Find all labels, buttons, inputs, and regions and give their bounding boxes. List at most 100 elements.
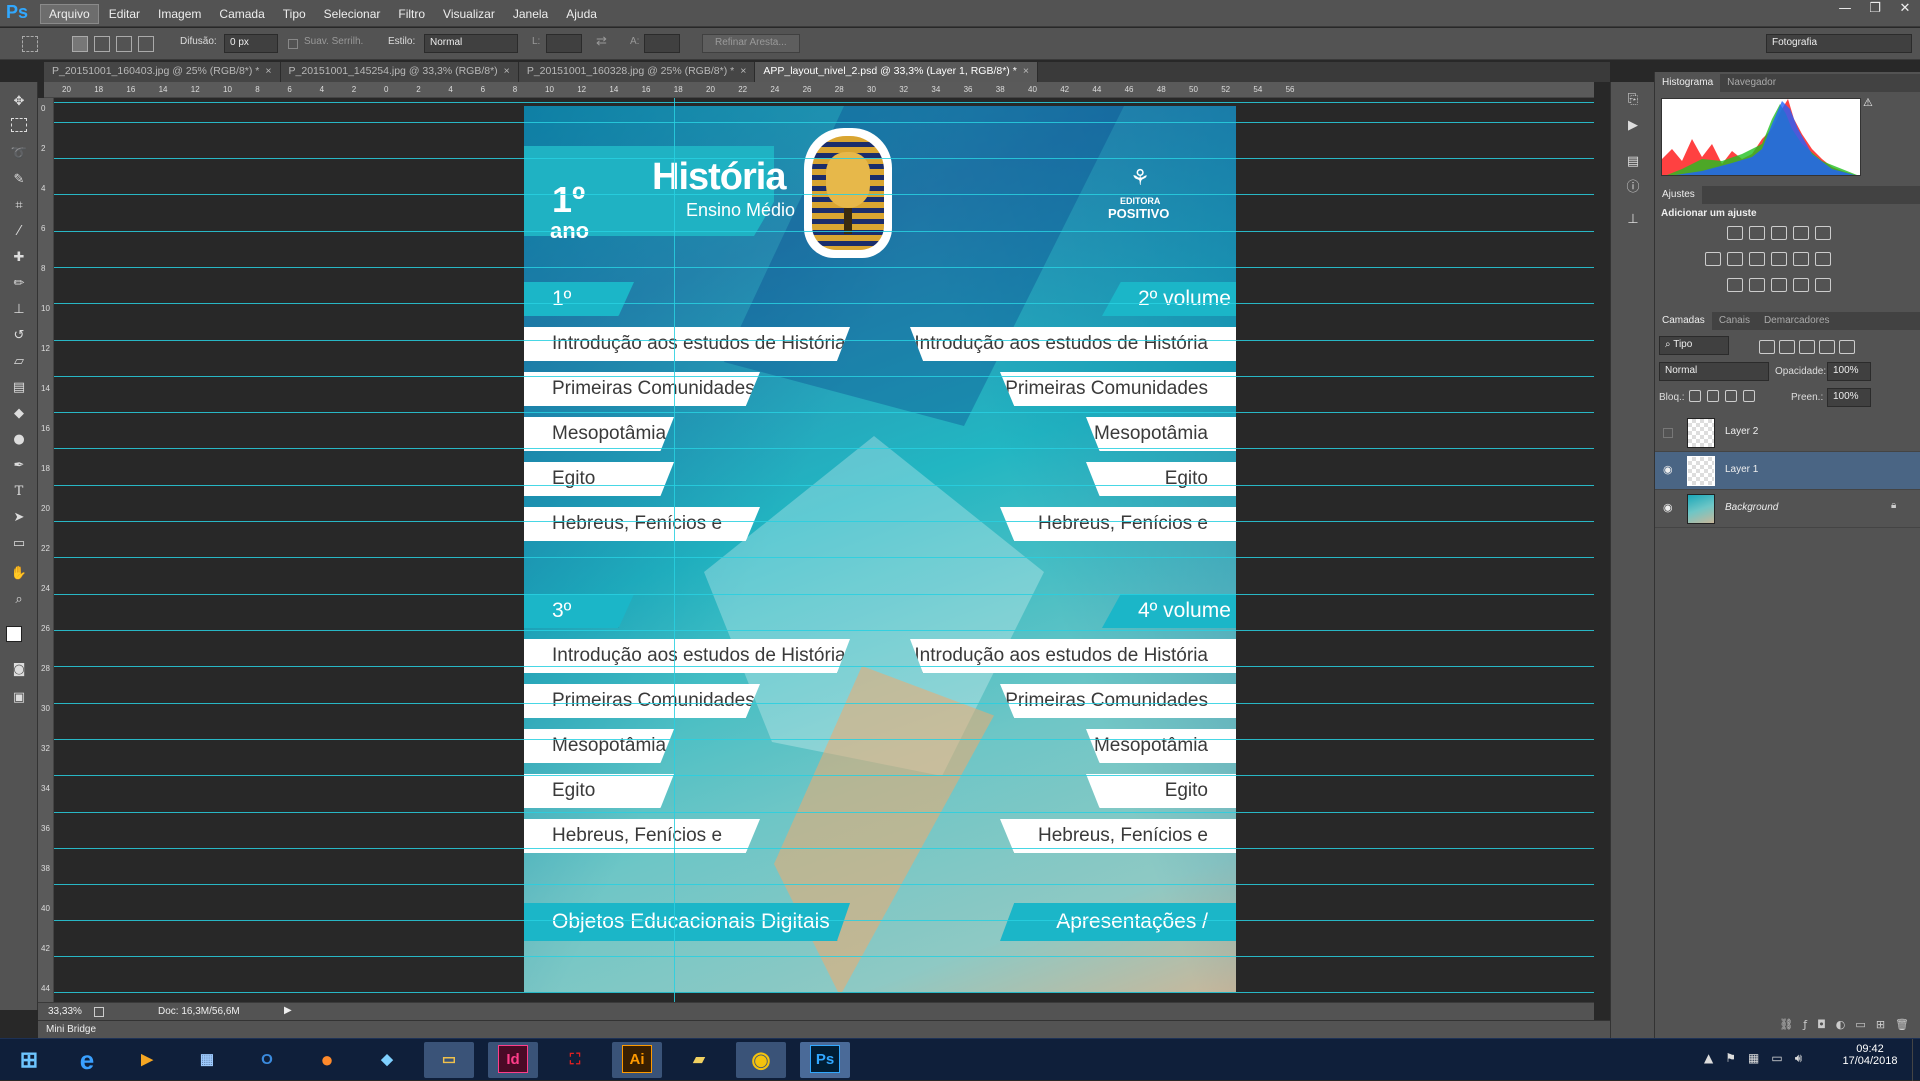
- history-brush-tool-icon[interactable]: ↺: [9, 326, 29, 346]
- guide-horizontal[interactable]: [54, 775, 1594, 776]
- menu-camada[interactable]: Camada: [211, 5, 272, 23]
- height-input[interactable]: [644, 34, 680, 53]
- guide-horizontal[interactable]: [54, 992, 1594, 993]
- marquee-tool-icon[interactable]: [11, 118, 27, 132]
- fill-input[interactable]: 100%: [1827, 388, 1871, 407]
- clone-source-icon[interactable]: ⊥: [1623, 210, 1643, 230]
- calculator-icon[interactable]: ▦: [182, 1042, 232, 1078]
- guide-horizontal[interactable]: [54, 812, 1594, 813]
- tab-channels[interactable]: Canais: [1712, 312, 1757, 330]
- menu-imagem[interactable]: Imagem: [150, 5, 209, 23]
- tab-doc-3[interactable]: P_20151001_160328.jpg @ 25% (RGB/8*) * ×: [518, 62, 756, 82]
- quick-select-tool-icon[interactable]: ✎: [9, 170, 29, 190]
- crop-tool-icon[interactable]: ⌗: [9, 196, 29, 216]
- menu-ajuda[interactable]: Ajuda: [558, 5, 605, 23]
- tab-histogram[interactable]: Histograma: [1655, 74, 1721, 92]
- flag-icon[interactable]: ⚑: [1725, 1051, 1736, 1066]
- lock-transparency-icon[interactable]: [1689, 390, 1701, 402]
- guide-horizontal[interactable]: [54, 557, 1594, 558]
- gradient-map-icon[interactable]: [1815, 278, 1831, 292]
- guide-horizontal[interactable]: [54, 739, 1594, 740]
- photo-filter-icon[interactable]: [1771, 252, 1787, 266]
- file-explorer-icon[interactable]: ▭: [424, 1042, 474, 1078]
- eye-icon[interactable]: ◉: [1663, 463, 1673, 476]
- link-layers-icon[interactable]: ⛓: [1779, 1018, 1793, 1038]
- brightness-icon[interactable]: [1727, 226, 1743, 240]
- photoshop-taskbar-icon[interactable]: Ps: [800, 1042, 850, 1078]
- exposure-icon[interactable]: [1793, 226, 1809, 240]
- guide-vertical[interactable]: [674, 98, 675, 1002]
- tab-doc-1[interactable]: P_20151001_160403.jpg @ 25% (RGB/8*) * ×: [44, 62, 281, 82]
- close-icon[interactable]: ×: [740, 65, 746, 77]
- layer-row-layer-1[interactable]: ◉ Layer 1: [1655, 452, 1920, 490]
- clock[interactable]: 09:42 17/04/2018: [1840, 1043, 1900, 1067]
- foreground-color-swatch[interactable]: [6, 626, 22, 642]
- trash-icon[interactable]: 🗑︎: [1895, 1018, 1909, 1038]
- guide-horizontal[interactable]: [54, 956, 1594, 957]
- guide-horizontal[interactable]: [54, 340, 1594, 341]
- channel-mixer-icon[interactable]: [1793, 252, 1809, 266]
- opacity-input[interactable]: 100%: [1827, 362, 1871, 381]
- style-select[interactable]: Normal: [424, 34, 518, 53]
- selective-color-icon[interactable]: [1793, 278, 1809, 292]
- color-lookup-icon[interactable]: [1815, 252, 1831, 266]
- visibility-toggle-off[interactable]: [1663, 428, 1673, 438]
- antialias-checkbox[interactable]: [288, 39, 298, 49]
- guide-horizontal[interactable]: [54, 303, 1594, 304]
- guide-horizontal[interactable]: [54, 666, 1594, 667]
- tab-doc-2[interactable]: P_20151001_145254.jpg @ 33,3% (RGB/8*) ×: [280, 62, 519, 82]
- type-tool-icon[interactable]: T: [9, 482, 29, 502]
- zoom-tool-icon[interactable]: ⌕: [9, 590, 29, 610]
- threshold-icon[interactable]: [1771, 278, 1787, 292]
- stamp-tool-icon[interactable]: ⊥: [9, 300, 29, 320]
- internet-explorer-icon[interactable]: e: [62, 1042, 112, 1078]
- screen-mode-icon[interactable]: ▣: [9, 688, 29, 708]
- lock-all-icon[interactable]: [1743, 390, 1755, 402]
- canvas-area[interactable]: 1º ano História Ensino Médio ⚘ EDITORA P…: [54, 98, 1594, 1002]
- hand-tool-icon[interactable]: ✋: [9, 564, 29, 584]
- eyedropper-tool-icon[interactable]: ⁄: [9, 222, 29, 242]
- guide-horizontal[interactable]: [54, 920, 1594, 921]
- tray-arrow-icon[interactable]: ▲: [1704, 1051, 1713, 1066]
- close-icon[interactable]: ×: [504, 65, 510, 77]
- posterize-icon[interactable]: [1749, 278, 1765, 292]
- tab-layers[interactable]: Camadas: [1655, 312, 1712, 330]
- guide-horizontal[interactable]: [54, 412, 1594, 413]
- brush-tool-icon[interactable]: ✏: [9, 274, 29, 294]
- filter-pixel-icon[interactable]: [1759, 340, 1775, 354]
- guide-horizontal[interactable]: [54, 102, 1594, 103]
- curves-icon[interactable]: [1771, 226, 1787, 240]
- properties-panel-icon[interactable]: ▤: [1623, 152, 1643, 172]
- layer-row-layer-2[interactable]: Layer 2: [1655, 414, 1920, 452]
- tab-navigator[interactable]: Navegador: [1720, 74, 1783, 92]
- layer-filter-select[interactable]: ⌕ Tipo: [1659, 336, 1729, 355]
- status-arrow-icon[interactable]: ▶: [284, 1005, 292, 1016]
- acrobat-icon[interactable]: ⛶: [550, 1042, 600, 1078]
- restore-button[interactable]: ❐: [1860, 0, 1890, 18]
- close-icon[interactable]: ×: [1023, 65, 1029, 77]
- add-selection-icon[interactable]: [94, 36, 110, 52]
- swap-icon[interactable]: ⇄: [596, 33, 607, 49]
- firefox-icon[interactable]: ●: [302, 1042, 352, 1078]
- close-button[interactable]: ✕: [1890, 0, 1920, 18]
- feather-input[interactable]: 0 px: [224, 34, 278, 53]
- close-icon[interactable]: ×: [265, 65, 271, 77]
- illustrator-icon[interactable]: Ai: [612, 1042, 662, 1078]
- marquee-tool-icon[interactable]: [22, 36, 38, 52]
- subtract-selection-icon[interactable]: [116, 36, 132, 52]
- start-button-icon[interactable]: ⊞: [4, 1042, 54, 1078]
- intersect-selection-icon[interactable]: [138, 36, 154, 52]
- network-icon[interactable]: ▦: [1748, 1051, 1759, 1066]
- guide-horizontal[interactable]: [54, 448, 1594, 449]
- new-selection-icon[interactable]: [72, 36, 88, 52]
- guide-horizontal[interactable]: [54, 158, 1594, 159]
- mini-bridge-panel[interactable]: Mini Bridge: [38, 1020, 1610, 1038]
- new-layer-icon[interactable]: ⊞: [1876, 1018, 1885, 1038]
- minimize-button[interactable]: —: [1830, 0, 1860, 18]
- color-balance-icon[interactable]: [1727, 252, 1743, 266]
- healing-brush-tool-icon[interactable]: ✚: [9, 248, 29, 268]
- menu-janela[interactable]: Janela: [505, 5, 556, 23]
- document-icon[interactable]: [94, 1007, 104, 1017]
- pen-tool-icon[interactable]: ✒: [9, 456, 29, 476]
- eye-icon[interactable]: ◉: [1663, 501, 1673, 514]
